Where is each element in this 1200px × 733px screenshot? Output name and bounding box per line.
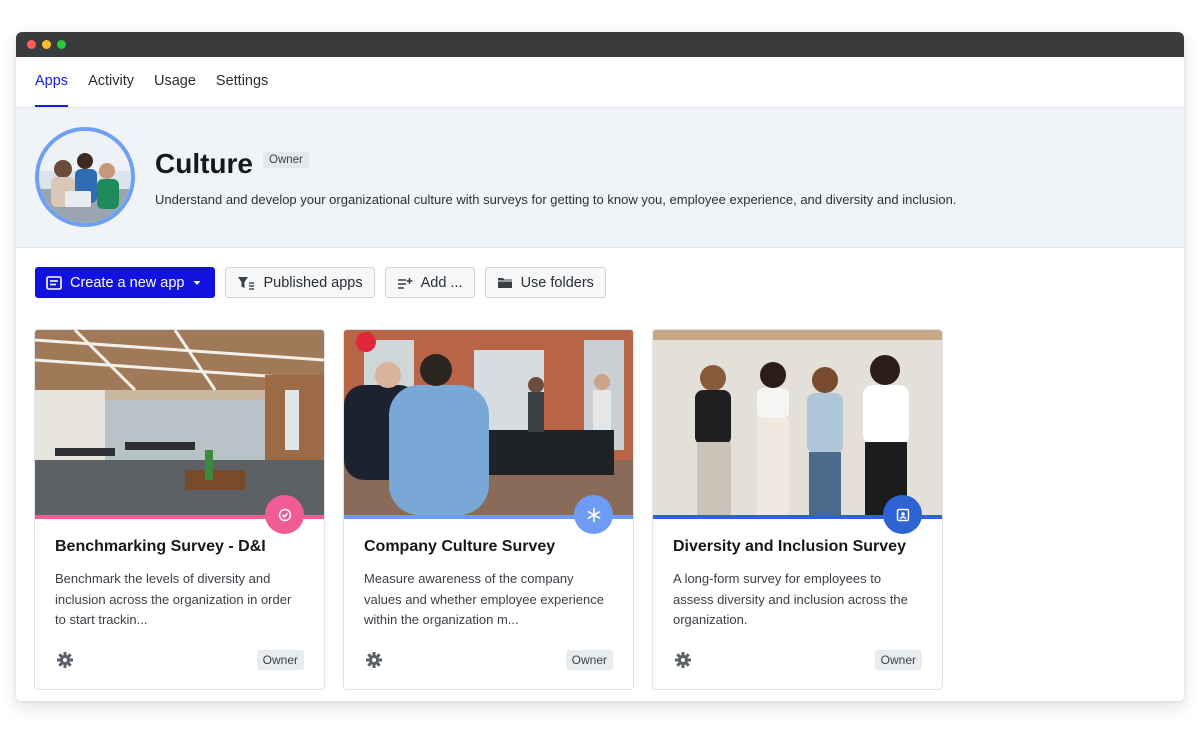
- gear-icon[interactable]: [56, 651, 74, 669]
- contact-card-icon: [883, 495, 922, 534]
- app-card[interactable]: Company Culture Survey Measure awareness…: [343, 329, 634, 690]
- add-label: Add ...: [420, 274, 463, 291]
- published-apps-button[interactable]: Published apps: [225, 267, 375, 298]
- folder-icon: [497, 276, 513, 289]
- tab-activity[interactable]: Activity: [88, 73, 134, 107]
- add-list-icon: [397, 277, 413, 289]
- workspace-header: Culture Owner Understand and develop you…: [16, 108, 1184, 248]
- add-button[interactable]: Add ...: [384, 267, 475, 298]
- workspace-title: Culture: [155, 148, 253, 179]
- gear-icon[interactable]: [365, 651, 383, 669]
- app-card-image: [653, 330, 942, 515]
- use-folders-label: Use folders: [520, 274, 594, 291]
- app-card-image: [344, 330, 633, 515]
- gear-icon[interactable]: [674, 651, 692, 669]
- app-card-description: A long-form survey for employees to asse…: [673, 571, 908, 627]
- maximize-window-button[interactable]: [57, 40, 66, 49]
- apps-toolbar: Create a new app Published apps Add ... …: [35, 267, 606, 298]
- role-badge: Owner: [263, 152, 309, 168]
- app-window-icon: [46, 275, 62, 290]
- minimize-window-button[interactable]: [42, 40, 51, 49]
- workspace-avatar: [35, 127, 135, 227]
- app-window: Apps Activity Usage Settings Culture Own…: [16, 32, 1184, 701]
- app-card[interactable]: Diversity and Inclusion Survey A long-fo…: [652, 329, 943, 690]
- workspace-description: Understand and develop your organization…: [155, 192, 957, 207]
- app-card-title[interactable]: Benchmarking Survey - D&I: [55, 538, 266, 556]
- use-folders-button[interactable]: Use folders: [484, 267, 606, 298]
- filter-icon: [237, 276, 255, 290]
- window-titlebar: [16, 32, 1184, 57]
- caret-down-icon: [192, 278, 202, 288]
- create-app-label: Create a new app: [70, 274, 185, 291]
- owner-badge: Owner: [565, 650, 613, 670]
- app-card-image: [35, 330, 324, 515]
- top-nav-tabs: Apps Activity Usage Settings: [16, 57, 1184, 108]
- app-cards-grid: Benchmarking Survey - D&I Benchmark the …: [34, 329, 943, 690]
- owner-badge: Owner: [874, 650, 922, 670]
- tab-usage[interactable]: Usage: [154, 73, 196, 107]
- app-card-description: Benchmark the levels of diversity and in…: [55, 571, 292, 627]
- owner-badge: Owner: [256, 650, 304, 670]
- app-card-description: Measure awareness of the company values …: [364, 571, 604, 627]
- check-badge-icon: [265, 495, 304, 534]
- tab-apps[interactable]: Apps: [35, 73, 69, 107]
- published-apps-label: Published apps: [263, 274, 363, 291]
- asterisk-icon: [574, 495, 613, 534]
- app-card-title[interactable]: Company Culture Survey: [364, 538, 555, 556]
- app-card-title[interactable]: Diversity and Inclusion Survey: [673, 538, 906, 556]
- tab-settings[interactable]: Settings: [216, 73, 268, 107]
- close-window-button[interactable]: [27, 40, 36, 49]
- create-app-button[interactable]: Create a new app: [35, 267, 216, 298]
- app-card[interactable]: Benchmarking Survey - D&I Benchmark the …: [34, 329, 325, 690]
